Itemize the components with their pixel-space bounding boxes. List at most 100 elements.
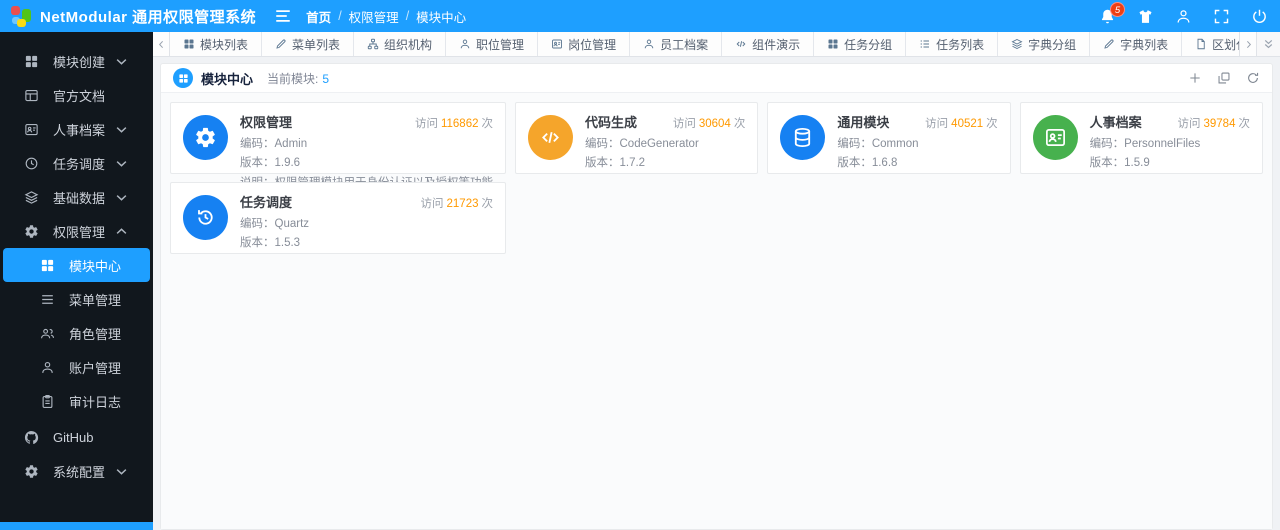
shirt-icon xyxy=(1137,8,1154,25)
module-card-codegen[interactable]: 代码生成 访问 30604 次 编码：CodeGenerator 版本：1.7.2 xyxy=(515,102,759,174)
layers-icon xyxy=(24,190,39,205)
tab-task-group[interactable]: 任务分组 xyxy=(814,32,907,56)
card-visits: 访问 116862 次 xyxy=(414,118,493,130)
tab-dict-list[interactable]: 字典列表 xyxy=(1090,32,1183,56)
tab-module-list[interactable]: 模块列表 xyxy=(170,32,263,56)
sidebar-toggle-button[interactable] xyxy=(274,7,292,25)
card-code: 编码：Quartz xyxy=(240,217,310,230)
sidebar-collapse-bar[interactable] xyxy=(0,522,153,530)
card-version: 版本：1.6.8 xyxy=(837,157,898,169)
list-icon xyxy=(919,38,931,50)
tab-org-structure[interactable]: 组织机构 xyxy=(354,32,447,56)
breadcrumb-permission[interactable]: 权限管理 xyxy=(349,7,399,26)
card-visits: 访问 21723 次 xyxy=(420,198,493,210)
chevron-up-icon xyxy=(114,224,143,239)
grid-icon xyxy=(40,258,55,273)
card-title: 权限管理 xyxy=(240,115,293,130)
gear-icon xyxy=(24,224,39,239)
sidebar-item-permission-mgmt[interactable]: 权限管理 xyxy=(0,214,153,248)
card-version: 版本：1.5.3 xyxy=(240,237,301,249)
add-button[interactable] xyxy=(1188,71,1202,85)
sidebar-item-system-config[interactable]: 系统配置 xyxy=(0,454,153,488)
tab-employee-files[interactable]: 员工档案 xyxy=(630,32,723,56)
chevron-down-icon xyxy=(114,122,143,137)
card-visits: 访问 39784 次 xyxy=(1177,118,1250,130)
sidebar-item-basic-data[interactable]: 基础数据 xyxy=(0,180,153,214)
clock-history-icon xyxy=(183,195,228,240)
pencil-icon xyxy=(275,38,287,50)
sidebar-item-task-schedule[interactable]: 任务调度 xyxy=(0,146,153,180)
card-code: 编码：CodeGenerator xyxy=(585,137,699,150)
power-icon xyxy=(1251,8,1268,25)
plus-icon xyxy=(1188,71,1202,85)
card-version: 版本：1.5.9 xyxy=(1089,157,1150,169)
person-icon xyxy=(40,360,55,375)
refresh-icon xyxy=(1246,71,1260,85)
chevron-down-icon xyxy=(114,156,143,171)
module-card-permission[interactable]: 权限管理 访问116862次 编码：Admin 版本：1.9.6 说明：权限管理… xyxy=(170,102,506,189)
tabs-dropdown-button[interactable] xyxy=(1256,32,1280,56)
notification-badge: 5 xyxy=(1110,1,1125,17)
database-icon xyxy=(780,115,826,160)
grid-icon xyxy=(183,38,195,50)
card-title: 代码生成 xyxy=(585,115,638,130)
app-logo-icon xyxy=(10,5,32,27)
card-title: 任务调度 xyxy=(240,195,293,210)
panel-body: 权限管理 访问116862次 编码：Admin 版本：1.9.6 说明：权限管理… xyxy=(161,93,1272,529)
tab-position-mgmt[interactable]: 职位管理 xyxy=(446,32,539,56)
sidebar-subitem-account-mgmt[interactable]: 账户管理 xyxy=(0,350,153,384)
logout-button[interactable] xyxy=(1251,8,1268,25)
tabs-scroll-left-button[interactable] xyxy=(153,32,170,56)
breadcrumb-separator: / xyxy=(338,9,342,23)
tab-dict-group[interactable]: 字典分组 xyxy=(998,32,1091,56)
page-title: 模块中心 xyxy=(201,71,254,87)
people-icon xyxy=(40,326,55,341)
idcard-icon xyxy=(1032,115,1078,160)
sidebar: 模块创建 官方文档 人事档案 任务调度 基础数据 权限管理 模块中心 菜单管理 … xyxy=(0,32,153,530)
tab-region-code[interactable]: 区划代码 xyxy=(1182,32,1239,56)
breadcrumb: 首页 / 权限管理 / 模块中心 xyxy=(306,7,466,26)
notifications-button[interactable]: 5 xyxy=(1099,1,1125,25)
fullscreen-icon xyxy=(1213,8,1230,25)
stack-icon xyxy=(1217,71,1231,85)
idcard-icon xyxy=(551,38,563,50)
menu-icon xyxy=(40,292,55,307)
breadcrumb-module-center[interactable]: 模块中心 xyxy=(416,7,466,26)
panel-header: 模块中心 当前模块: 5 xyxy=(161,64,1272,93)
fullscreen-button[interactable] xyxy=(1213,8,1230,25)
card-version: 版本：1.9.6 xyxy=(240,157,301,169)
chevron-down-icon xyxy=(114,54,143,69)
sidebar-item-module-create[interactable]: 模块创建 xyxy=(0,44,153,78)
sidebar-subitem-menu-mgmt[interactable]: 菜单管理 xyxy=(0,282,153,316)
module-center-icon xyxy=(173,68,193,88)
fullscreen-panel-button[interactable] xyxy=(1217,71,1231,85)
grid-icon xyxy=(827,38,839,50)
tab-menu-list[interactable]: 菜单列表 xyxy=(262,32,355,56)
tab-bar: 模块列表 菜单列表 组织机构 职位管理 岗位管理 员工档案 组件演示 任务分组 … xyxy=(153,32,1280,57)
grid-icon xyxy=(24,54,39,69)
breadcrumb-home[interactable]: 首页 xyxy=(306,7,331,26)
refresh-button[interactable] xyxy=(1246,71,1260,85)
tab-component-demo[interactable]: 组件演示 xyxy=(722,32,815,56)
sidebar-subitem-role-mgmt[interactable]: 角色管理 xyxy=(0,316,153,350)
theme-button[interactable] xyxy=(1137,8,1154,25)
content-area: 模块中心 当前模块: 5 权限管理 访问 116862 次 编码：Admin 版… xyxy=(153,57,1280,530)
tabs-scroll-right-button[interactable] xyxy=(1239,32,1256,56)
sidebar-item-github[interactable]: GitHub xyxy=(0,420,153,454)
sidebar-subitem-module-center[interactable]: 模块中心 xyxy=(3,248,150,282)
chevron-left-icon xyxy=(156,39,167,50)
sidebar-item-personnel-files[interactable]: 人事档案 xyxy=(0,112,153,146)
sidebar-item-official-docs[interactable]: 官方文档 xyxy=(0,78,153,112)
module-card-common[interactable]: 通用模块 访问 40521 次 编码：Common 版本：1.6.8 xyxy=(767,102,1011,174)
code-icon xyxy=(735,38,747,50)
card-visits: 访问 30604 次 xyxy=(672,118,746,130)
gear-icon xyxy=(183,115,228,160)
module-card-personnel[interactable]: 人事档案 访问 39784 次 编码：PersonnelFiles 版本：1.5.9 xyxy=(1019,102,1263,174)
breadcrumb-separator: / xyxy=(405,9,410,23)
tab-task-list[interactable]: 任务列表 xyxy=(906,32,999,56)
module-card-quartz[interactable]: 任务调度 访问 21723 次 编码：Quartz 版本：1.5.3 xyxy=(170,182,506,254)
layout-icon xyxy=(24,88,39,103)
sidebar-subitem-audit-log[interactable]: 审计日志 xyxy=(0,384,153,418)
tab-post-mgmt[interactable]: 岗位管理 xyxy=(538,32,631,56)
user-button[interactable] xyxy=(1175,8,1192,25)
